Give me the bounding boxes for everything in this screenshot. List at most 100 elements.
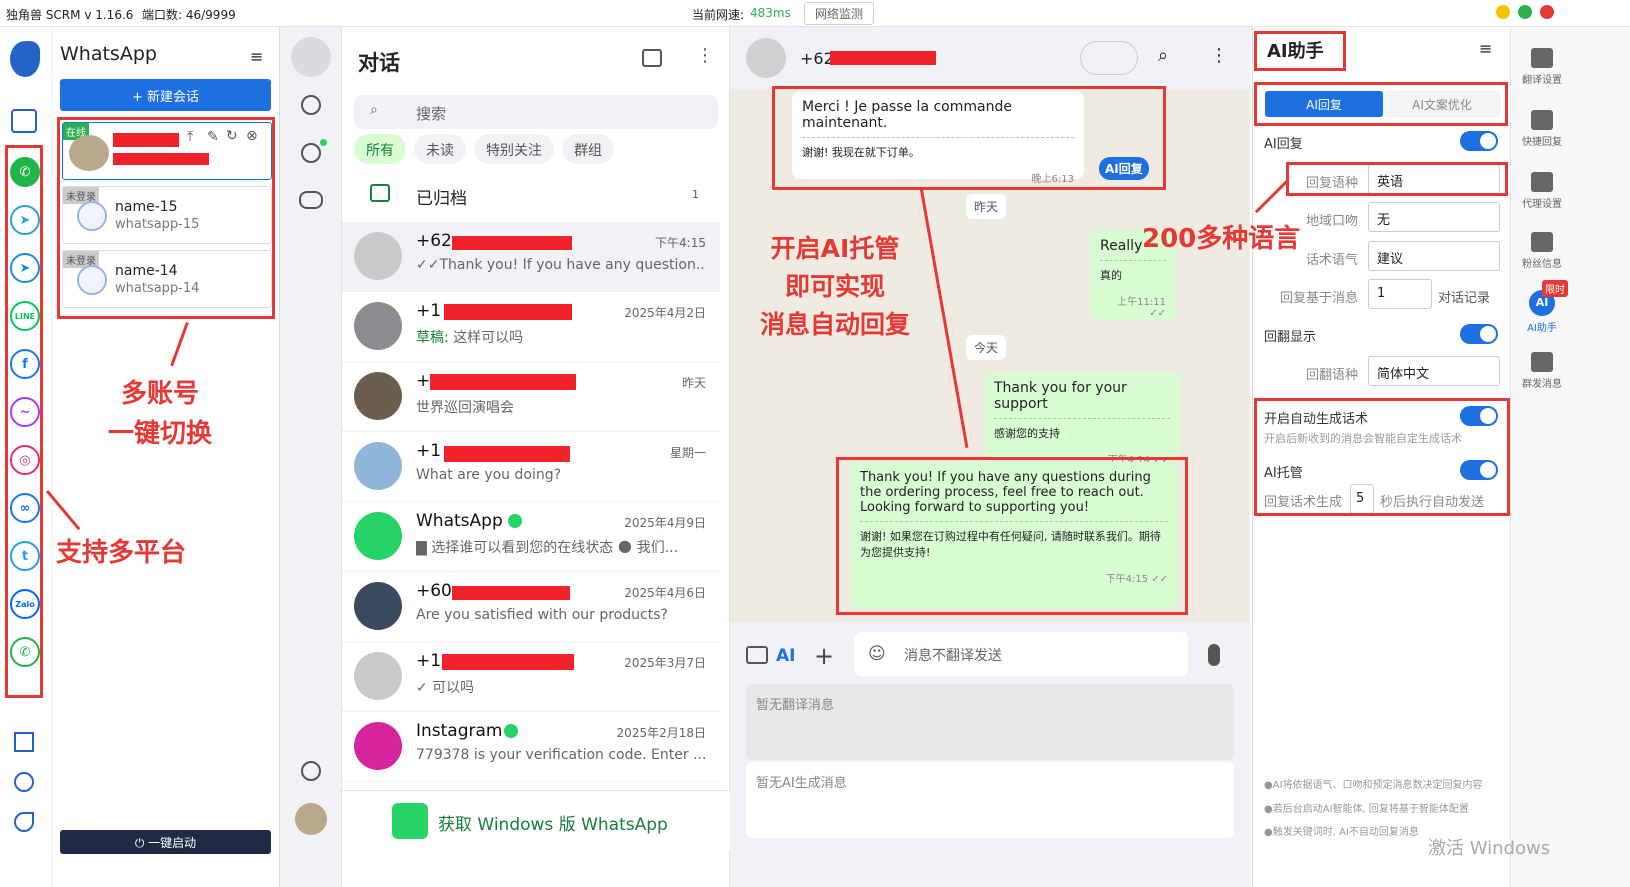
- item-label: 代理设置: [1522, 199, 1562, 210]
- network-monitor-button[interactable]: 网络监测: [804, 2, 875, 25]
- input-placeholder: 消息不翻译发送: [904, 648, 1002, 664]
- date-separator: 今天: [966, 335, 1007, 360]
- avatar: [354, 302, 402, 350]
- composer-area: AI + ☺ 消息不翻译发送 暂无翻译消息 暂无AI生成消息: [730, 622, 1250, 887]
- filter-groups[interactable]: 群组: [562, 134, 614, 164]
- new-chat-icon[interactable]: [642, 49, 662, 67]
- limited-badge: 限时: [1542, 280, 1568, 297]
- translate-settings-item[interactable]: 翻译设置: [1514, 48, 1570, 86]
- status-icon[interactable]: [301, 95, 321, 115]
- communities-icon[interactable]: [299, 191, 323, 209]
- chat-preview: 这样可以吗: [448, 330, 524, 346]
- filter-unread[interactable]: 未读: [414, 134, 466, 164]
- tone-select[interactable]: 建议: [1368, 241, 1500, 271]
- archived-row[interactable]: 已归档 1: [342, 172, 720, 218]
- speed-value: 483ms: [750, 6, 791, 20]
- settings-icon[interactable]: [14, 772, 34, 792]
- fan-info-item[interactable]: 粉丝信息: [1514, 232, 1570, 270]
- filter-favorites[interactable]: 特别关注: [474, 134, 554, 164]
- close-button[interactable]: [1540, 5, 1554, 19]
- chat-preview: 779378 is your verification code. Enter …: [416, 747, 706, 763]
- user-info-icon: [1531, 232, 1553, 252]
- chat-preview: ▇ 选择谁可以看到您的在线状态 🌑 我们...: [416, 540, 679, 556]
- logout-icon[interactable]: [14, 812, 34, 832]
- message-translation: 真的: [1100, 269, 1122, 282]
- video-call-icon[interactable]: [1080, 41, 1138, 75]
- chat-name: +1: [416, 651, 442, 671]
- search-icon[interactable]: ⌕: [1158, 45, 1168, 66]
- one-click-start-button[interactable]: ⏻ 一键启动: [60, 830, 271, 854]
- redacted-number: [830, 51, 936, 65]
- ai-reply-toggle[interactable]: [1460, 131, 1498, 151]
- get-windows-banner[interactable]: 获取 Windows 版 WhatsApp: [342, 790, 730, 850]
- new-chat-button[interactable]: + 新建会话: [60, 79, 271, 111]
- microphone-icon[interactable]: [1208, 644, 1220, 666]
- chat-preview-container: 草稿: 这样可以吗: [416, 327, 706, 347]
- chat-row[interactable]: WhatsApp 2025年4月9日 ▇ 选择谁可以看到您的在线状态 🌑 我们.…: [342, 502, 720, 572]
- chat-row[interactable]: + 昨天 世界巡回演唱会: [342, 362, 720, 432]
- translate-icon[interactable]: [746, 646, 768, 664]
- item-label: AI助手: [1527, 323, 1557, 334]
- annotation-multi-account: 多账号 一键切换: [108, 379, 213, 449]
- item-label: 群发消息: [1522, 379, 1562, 390]
- chats-icon[interactable]: [291, 37, 331, 77]
- channels-icon[interactable]: [301, 143, 321, 163]
- attach-plus-icon[interactable]: +: [814, 642, 834, 670]
- chat-row[interactable]: +62 下午4:15 ✓✓Thank you! If you have any …: [342, 222, 720, 292]
- region-label: 地域口吻: [1306, 214, 1359, 229]
- menu-icon[interactable]: ≡: [1479, 39, 1492, 58]
- message-input[interactable]: ☺ 消息不翻译发送: [854, 632, 1188, 676]
- chat-row[interactable]: +1 星期一 What are you doing?: [342, 432, 720, 502]
- more-menu-icon[interactable]: ⋮: [696, 45, 714, 66]
- chat-row[interactable]: Instagram 2025年2月18日 779378 is your veri…: [342, 712, 720, 782]
- proxy-settings-item[interactable]: 代理设置: [1514, 172, 1570, 210]
- redacted-number: [452, 236, 572, 250]
- chat-row[interactable]: +1 2025年3月7日 ✓ 可以吗: [342, 642, 720, 712]
- apps-grid-icon[interactable]: [14, 732, 34, 752]
- contact-number[interactable]: +62: [800, 49, 834, 68]
- based-on-select[interactable]: 1: [1368, 279, 1432, 309]
- translate-icon: [1531, 48, 1553, 68]
- filter-all[interactable]: 所有: [354, 134, 406, 164]
- item-label: 翻译设置: [1522, 75, 1562, 86]
- divider: [1100, 260, 1166, 261]
- language-highlight-box: [1286, 162, 1508, 196]
- watermark: 激活 Windows: [1428, 838, 1551, 859]
- tabs-highlight-box: [1254, 82, 1508, 126]
- region-select[interactable]: 无: [1368, 202, 1500, 232]
- chat-time: 2025年2月18日: [616, 726, 706, 740]
- avatar: [354, 442, 402, 490]
- settings-icon[interactable]: [301, 761, 321, 781]
- search-box[interactable]: ⌕ 搜索: [354, 95, 718, 129]
- translate-show-toggle[interactable]: [1460, 324, 1498, 344]
- chat-name: +: [416, 371, 431, 391]
- outgoing-message[interactable]: Thank you for your support 感谢您的支持 下午4:14…: [984, 372, 1180, 466]
- home-icon[interactable]: [11, 109, 37, 133]
- chat-row[interactable]: +60 2025年4月6日 Are you satisfied with our…: [342, 572, 720, 642]
- broadcast-icon: [1531, 352, 1553, 372]
- get-windows-link[interactable]: 获取 Windows 版 WhatsApp: [438, 810, 668, 835]
- contact-avatar[interactable]: [746, 38, 786, 78]
- broadcast-item[interactable]: 群发消息: [1514, 352, 1570, 390]
- more-menu-icon[interactable]: ⋮: [1210, 45, 1228, 66]
- translate-lang-select[interactable]: 简体中文: [1368, 356, 1500, 386]
- note-3: ●触发关键词时, AI不自动回复消息: [1264, 827, 1419, 838]
- chat-row[interactable]: +1 2025年4月2日 草稿: 这样可以吗: [342, 292, 720, 362]
- maximize-button[interactable]: [1518, 5, 1532, 19]
- emoji-icon[interactable]: ☺: [868, 644, 886, 664]
- reply-highlight-box: [836, 457, 1188, 615]
- redacted-number: [452, 586, 570, 600]
- chat-preview: ✓ 可以吗: [416, 680, 475, 696]
- annotation-multi-platform: 支持多平台: [56, 538, 187, 568]
- unread-dot: [320, 139, 327, 146]
- quick-reply-item[interactable]: 快捷回复: [1514, 110, 1570, 148]
- minimize-button[interactable]: [1496, 5, 1510, 19]
- message-translation: 感谢您的支持: [994, 427, 1060, 440]
- search-placeholder: 搜索: [416, 105, 447, 123]
- based-on-suffix: 对话记录: [1438, 291, 1491, 306]
- archived-count: 1: [692, 188, 699, 201]
- profile-avatar[interactable]: [295, 803, 327, 835]
- platform-highlight-box: [5, 145, 43, 698]
- ai-button[interactable]: AI: [776, 646, 795, 666]
- menu-icon[interactable]: ≡: [250, 47, 263, 66]
